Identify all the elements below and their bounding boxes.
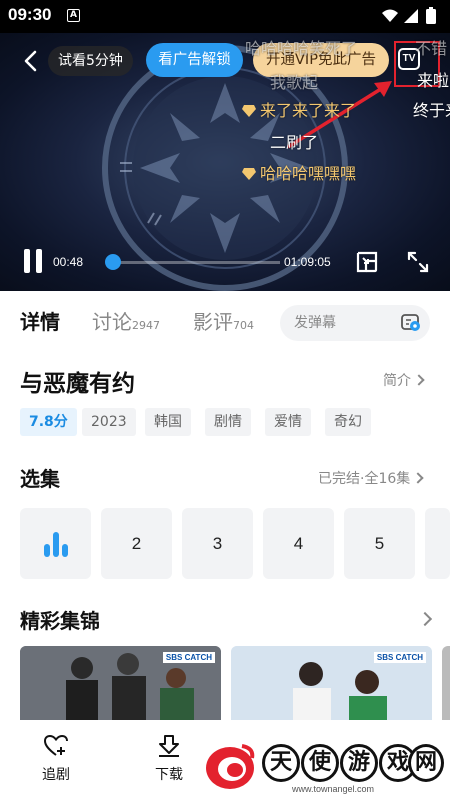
status-time: 09:30	[8, 5, 52, 24]
tab-details[interactable]: 详情	[20, 306, 60, 335]
download-button[interactable]: 下载	[149, 734, 189, 784]
episodes-status-link[interactable]: 已完结·全16集	[318, 468, 424, 488]
region-tag[interactable]: 韩国	[145, 408, 191, 436]
danmu-settings-icon[interactable]	[401, 314, 421, 332]
intro-label: 简介	[383, 373, 411, 389]
back-chevron-icon[interactable]	[20, 49, 42, 73]
status-bar: 09:30 A	[0, 0, 450, 33]
signal-icon	[404, 9, 418, 23]
episode-button-partial[interactable]	[425, 508, 450, 579]
episode-button[interactable]: 3	[182, 508, 253, 579]
chevron-right-icon	[412, 472, 424, 484]
danmu-comment: 终于来	[413, 101, 450, 120]
download-label: 下载	[155, 767, 183, 783]
danmu-vip-comment: 哈哈哈嘿嘿嘿	[242, 160, 356, 184]
pause-icon[interactable]	[22, 249, 44, 275]
danmu-input[interactable]	[294, 311, 394, 335]
highlight-clip-thumbnail[interactable]: SBS CATCH	[20, 646, 221, 720]
tab-label: 影评	[193, 310, 233, 334]
diamond-icon	[242, 105, 256, 117]
chevron-right-icon	[413, 374, 425, 386]
fullscreen-icon[interactable]	[406, 250, 430, 274]
total-time: 01:09:05	[284, 255, 331, 269]
episode-button[interactable]: 2	[101, 508, 172, 579]
picture-in-picture-icon[interactable]	[355, 250, 379, 274]
progress-knob[interactable]	[105, 254, 121, 270]
watermark-char: 天	[262, 744, 300, 782]
highlight-clip-partial[interactable]	[442, 646, 450, 720]
heart-plus-icon	[43, 734, 68, 756]
diamond-icon	[242, 168, 256, 180]
trial-duration-label: 试看5分钟	[48, 46, 133, 76]
download-icon	[159, 735, 179, 757]
watermark-url: www.townangel.com	[292, 784, 375, 794]
score-tag: 7.8分	[20, 408, 77, 436]
notification-icon: A	[67, 9, 80, 22]
danmu-comment: 哈哈哈哈笑死了	[245, 39, 358, 58]
progress-bar[interactable]	[106, 261, 280, 264]
current-time: 00:48	[53, 255, 84, 269]
follow-button[interactable]: 追剧	[36, 734, 76, 784]
tab-count: 2947	[132, 319, 160, 332]
now-playing-icon	[44, 532, 68, 557]
tab-discussion[interactable]: 讨论2947	[92, 306, 160, 335]
genre-tag[interactable]: 爱情	[265, 408, 311, 436]
year-tag[interactable]: 2023	[82, 408, 136, 436]
wifi-icon	[382, 9, 398, 22]
show-title: 与恶魔有约	[20, 371, 135, 397]
genre-tag[interactable]: 奇幻	[325, 408, 371, 436]
episode-button[interactable]: 4	[263, 508, 334, 579]
tab-label: 讨论	[92, 310, 132, 334]
watch-ad-unlock-button[interactable]: 看广告解锁	[146, 43, 243, 77]
danmu-text: 来了来了来了	[260, 101, 357, 120]
clip-source-badge: SBS CATCH	[162, 652, 215, 663]
intro-link[interactable]: 简介	[383, 370, 425, 390]
danmu-vip-comment: 来了来了来了	[242, 97, 356, 121]
battery-icon	[426, 9, 436, 24]
watermark-char: 网	[408, 744, 444, 782]
watermark-char: 使	[301, 744, 339, 782]
highlight-clip-thumbnail[interactable]: SBS CATCH	[231, 646, 432, 720]
genre-tag[interactable]: 剧情	[205, 408, 251, 436]
system-status-icons	[382, 7, 436, 24]
danmu-comment: 不错	[415, 39, 448, 58]
episodes-heading: 选集	[20, 467, 60, 491]
danmu-text: 哈哈哈嘿嘿嘿	[260, 164, 357, 183]
danmu-input-box[interactable]	[280, 305, 430, 341]
highlights-heading: 精彩集锦	[20, 609, 100, 633]
danmu-comment: 二刷了	[270, 133, 319, 152]
danmu-comment: 来啦	[417, 71, 450, 90]
watermark-logo	[206, 744, 255, 789]
video-player[interactable]: 试看5分钟 看广告解锁 开通VIP免此广告 TV 哈哈哈哈笑死了 不错 我歌起 …	[0, 33, 450, 291]
episode-1-playing[interactable]	[20, 508, 91, 579]
tab-label: 详情	[20, 310, 60, 334]
tab-reviews[interactable]: 影评704	[193, 306, 254, 335]
danmu-comment: 我歌起	[270, 73, 319, 92]
watermark-char: 游	[340, 744, 378, 782]
chevron-right-icon[interactable]	[417, 611, 433, 627]
episode-button[interactable]: 5	[344, 508, 415, 579]
episodes-status: 已完结·全16集	[318, 471, 411, 487]
clip-source-badge: SBS CATCH	[373, 652, 426, 663]
follow-label: 追剧	[42, 767, 70, 783]
tab-count: 704	[233, 319, 254, 332]
